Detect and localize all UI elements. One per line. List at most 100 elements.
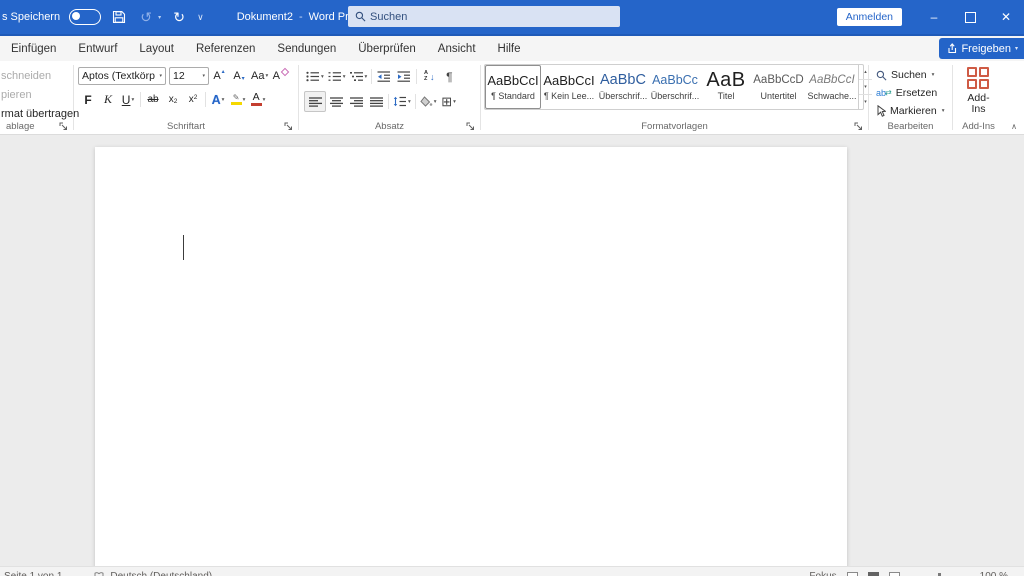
bold-button[interactable]: F bbox=[78, 89, 98, 110]
redo-icon[interactable]: ↻ bbox=[170, 7, 188, 27]
search-box[interactable]: Suchen bbox=[348, 6, 620, 27]
font-dialog-launcher-icon[interactable] bbox=[284, 122, 294, 132]
toggle-knob bbox=[72, 11, 81, 20]
superscript-button[interactable]: x2 bbox=[183, 89, 203, 110]
addins-group: Add- Ins Add-Ins bbox=[953, 61, 1004, 134]
clipboard-dialog-launcher-icon[interactable] bbox=[59, 122, 69, 132]
style-sample: AaBbCcD bbox=[753, 74, 804, 86]
font-name-combo[interactable]: Aptos (Textkörp ▾ bbox=[78, 66, 166, 85]
change-case-button[interactable]: Aa ▾ bbox=[249, 65, 270, 86]
style-ueberschrift-2[interactable]: AaBbCc Überschrif... bbox=[649, 65, 701, 109]
chevron-down-icon: ▾ bbox=[159, 72, 162, 79]
styles-group-label: Formatvorlagen bbox=[641, 121, 708, 132]
proofing-book-icon[interactable] bbox=[94, 572, 104, 576]
subscript-button[interactable]: x2 bbox=[163, 89, 183, 110]
numbering-button[interactable]: ▾ bbox=[326, 66, 348, 87]
minimize-button[interactable]: – bbox=[916, 0, 952, 34]
tab-entwurf[interactable]: Entwurf bbox=[67, 36, 128, 61]
collapse-ribbon-icon[interactable]: ∧ bbox=[1011, 122, 1017, 131]
zoom-level[interactable]: 100 % bbox=[980, 572, 1008, 576]
styles-dialog-launcher-icon[interactable] bbox=[854, 122, 864, 132]
underline-button[interactable]: U ▾ bbox=[118, 89, 138, 110]
text-effects-button[interactable]: A ▾ bbox=[208, 89, 228, 110]
web-layout-button[interactable] bbox=[888, 572, 900, 576]
divider bbox=[416, 69, 418, 84]
style-label: Überschrif... bbox=[650, 91, 700, 101]
decrease-indent-button[interactable] bbox=[374, 66, 394, 87]
paint-bucket-icon bbox=[420, 95, 433, 107]
font-color-button[interactable]: A ▾ bbox=[248, 89, 268, 110]
page-count-status[interactable]: Seite 1 von 1 bbox=[4, 572, 62, 576]
borders-button[interactable]: ⊞ ▾ bbox=[439, 91, 459, 112]
chevron-down-icon: ▾ bbox=[453, 98, 456, 105]
multilevel-list-button[interactable]: ▾ bbox=[348, 66, 370, 87]
focus-mode-button[interactable]: Fokus bbox=[809, 572, 836, 576]
italic-button[interactable]: K bbox=[98, 89, 118, 110]
maximize-button[interactable] bbox=[952, 0, 988, 34]
style-untertitel[interactable]: AaBbCcD Untertitel bbox=[751, 65, 806, 109]
tab-layout[interactable]: Layout bbox=[128, 36, 185, 61]
share-button[interactable]: Freigeben ▾ bbox=[939, 38, 1024, 59]
style-sample: AaB bbox=[706, 69, 746, 91]
select-label: Markieren bbox=[890, 105, 937, 117]
cut-button[interactable]: schneiden bbox=[0, 66, 73, 85]
signin-button[interactable]: Anmelden bbox=[836, 8, 902, 26]
undo-icon[interactable]: ↺ bbox=[137, 7, 155, 27]
chevron-down-icon: ▾ bbox=[262, 96, 266, 103]
align-right-button[interactable] bbox=[346, 91, 366, 112]
style-kein-leerraum[interactable]: AaBbCcI ¶ Kein Lee... bbox=[541, 65, 597, 109]
shrink-font-letter: A bbox=[233, 69, 241, 82]
tab-ansicht[interactable]: Ansicht bbox=[427, 36, 487, 61]
tab-ueberpruefen[interactable]: Überprüfen bbox=[347, 36, 427, 61]
style-titel[interactable]: AaB Titel bbox=[701, 65, 751, 109]
divider bbox=[140, 92, 141, 107]
bullets-button[interactable]: ▾ bbox=[304, 66, 326, 87]
search-placeholder: Suchen bbox=[370, 10, 408, 23]
replace-button[interactable]: ab ⇄ Ersetzen bbox=[876, 84, 952, 102]
quick-access-toolbar: s Speichern ↺ ▾ ↻ ∨ Dokument2 - Word Pre… bbox=[0, 7, 377, 27]
style-ueberschrift-1[interactable]: AaBbC Überschrif... bbox=[597, 65, 649, 109]
copy-button[interactable]: pieren bbox=[0, 85, 73, 104]
style-schwache-hervorhebung[interactable]: AaBbCcI Schwache... bbox=[806, 65, 858, 109]
chevron-down-icon: ▾ bbox=[408, 98, 411, 105]
line-spacing-button[interactable]: ▾ bbox=[391, 91, 413, 112]
autosave-toggle[interactable] bbox=[69, 9, 102, 25]
tab-einfuegen[interactable]: Einfügen bbox=[0, 36, 67, 61]
tab-hilfe[interactable]: Hilfe bbox=[487, 36, 532, 61]
chevron-down-icon: ▾ bbox=[265, 72, 269, 79]
find-button[interactable]: Suchen ▾ bbox=[876, 66, 952, 84]
title-separator: - bbox=[298, 11, 303, 23]
read-mode-button[interactable] bbox=[846, 572, 858, 576]
language-status[interactable]: Deutsch (Deutschland) bbox=[110, 572, 212, 576]
undo-dropdown-icon[interactable]: ▾ bbox=[158, 14, 161, 21]
clear-formatting-button[interactable]: A bbox=[270, 65, 290, 86]
align-center-button[interactable] bbox=[326, 91, 346, 112]
style-standard[interactable]: AaBbCcI ¶ Standard bbox=[485, 65, 541, 109]
sort-letter-z: Z bbox=[424, 75, 428, 82]
select-button[interactable]: Markieren ▾ bbox=[876, 102, 952, 120]
font-size-combo[interactable]: 12 ▾ bbox=[169, 66, 209, 85]
show-paragraph-marks-button[interactable]: ¶ bbox=[439, 66, 459, 87]
strikethrough-button[interactable]: ab bbox=[143, 89, 163, 110]
chevron-down-icon: ▾ bbox=[131, 96, 135, 103]
save-icon[interactable] bbox=[110, 7, 128, 27]
tab-sendungen[interactable]: Sendungen bbox=[266, 36, 347, 61]
close-button[interactable]: ✕ bbox=[988, 0, 1024, 34]
paragraph-dialog-launcher-icon[interactable] bbox=[466, 122, 476, 132]
tab-referenzen[interactable]: Referenzen bbox=[185, 36, 266, 61]
shading-button[interactable]: ▾ bbox=[418, 91, 439, 112]
sort-button[interactable]: AZ ↓ bbox=[419, 66, 439, 87]
print-layout-button[interactable] bbox=[867, 572, 879, 576]
highlight-color-button[interactable]: ✎ ▾ bbox=[228, 89, 248, 110]
increase-indent-button[interactable] bbox=[394, 66, 414, 87]
grow-font-button[interactable]: A ▴ bbox=[209, 65, 229, 86]
customize-toolbar-icon[interactable]: ∨ bbox=[197, 12, 204, 23]
shrink-font-button[interactable]: A ▾ bbox=[229, 65, 249, 86]
justify-button[interactable] bbox=[366, 91, 386, 112]
document-page[interactable] bbox=[95, 147, 847, 566]
clear-formatting-letter: A bbox=[272, 69, 280, 82]
replace-icon: ab ⇄ bbox=[876, 87, 892, 98]
addins-button[interactable]: Add- Ins bbox=[966, 67, 991, 115]
align-left-button[interactable] bbox=[304, 91, 326, 112]
divider bbox=[414, 94, 416, 109]
